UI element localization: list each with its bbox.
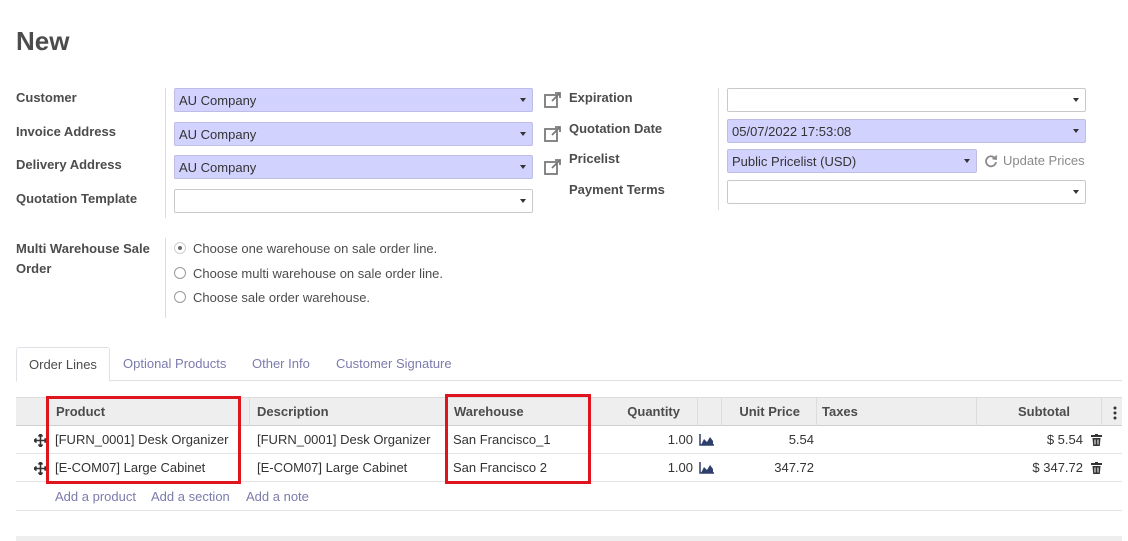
- radio-button[interactable]: [174, 242, 186, 254]
- trash-icon[interactable]: [1091, 434, 1102, 446]
- chevron-down-icon[interactable]: [1073, 190, 1079, 194]
- chevron-down-icon[interactable]: [520, 165, 526, 169]
- cell-quantity[interactable]: 1.00: [590, 426, 693, 454]
- cell-quantity[interactable]: 1.00: [590, 454, 693, 482]
- quotation-date-field[interactable]: 05/07/2022 17:53:08: [727, 119, 1086, 143]
- radio-button[interactable]: [174, 267, 186, 279]
- trash-icon[interactable]: [1091, 462, 1102, 474]
- field-separator: [165, 88, 166, 218]
- forecast-chart-icon[interactable]: [699, 434, 715, 446]
- chevron-down-icon[interactable]: [520, 132, 526, 136]
- payment-terms-label: Payment Terms: [569, 182, 665, 197]
- column-header-subtotal[interactable]: Subtotal: [976, 398, 1070, 426]
- column-separator: [1101, 398, 1102, 426]
- refresh-icon: [985, 154, 998, 167]
- cell-description[interactable]: [E-COM07] Large Cabinet: [257, 454, 407, 482]
- external-link-icon[interactable]: [543, 124, 563, 144]
- customer-value: AU Company: [179, 92, 257, 108]
- quotation-template-label: Quotation Template: [16, 191, 138, 206]
- notebook-tabs: Order Lines Optional Products Other Info…: [16, 347, 1122, 382]
- update-prices-label: Update Prices: [1003, 153, 1085, 168]
- pricelist-value: Public Pricelist (USD): [732, 153, 857, 169]
- column-header-unit-price[interactable]: Unit Price: [721, 398, 800, 426]
- expiration-field[interactable]: [727, 88, 1086, 112]
- expiration-label: Expiration: [569, 90, 633, 105]
- delivery-address-field[interactable]: AU Company: [174, 155, 533, 179]
- radio-button[interactable]: [174, 291, 186, 303]
- customer-field[interactable]: AU Company: [174, 88, 533, 112]
- radio-label: Choose one warehouse on sale order line.: [193, 240, 438, 256]
- delivery-address-value: AU Company: [179, 159, 257, 175]
- tab-customer-signature[interactable]: Customer Signature: [324, 347, 464, 381]
- forecast-chart-icon[interactable]: [699, 462, 715, 474]
- radio-option-multi-warehouse[interactable]: Choose multi warehouse on sale order lin…: [174, 264, 443, 282]
- optional-columns-icon[interactable]: [1112, 406, 1118, 420]
- pricelist-field[interactable]: Public Pricelist (USD): [727, 149, 977, 173]
- column-header-description[interactable]: Description: [257, 398, 329, 426]
- column-separator: [816, 398, 817, 426]
- chevron-down-icon[interactable]: [520, 98, 526, 102]
- tab-optional-products[interactable]: Optional Products: [111, 347, 238, 381]
- radio-label: Choose multi warehouse on sale order lin…: [193, 265, 444, 281]
- quotation-date-label: Quotation Date: [569, 121, 663, 136]
- highlight-box-product: [46, 396, 241, 484]
- page-title: New: [16, 26, 70, 56]
- cell-subtotal: $ 347.72: [1032, 460, 1083, 475]
- chevron-down-icon[interactable]: [964, 159, 970, 163]
- delivery-address-label: Delivery Address: [16, 157, 122, 172]
- update-prices-button[interactable]: Update Prices: [984, 153, 1085, 168]
- table-footer-divider: [16, 510, 1122, 511]
- column-separator: [697, 398, 698, 426]
- column-header-taxes[interactable]: Taxes: [822, 398, 858, 426]
- bottom-divider: [16, 536, 1122, 541]
- multi-warehouse-label: Multi Warehouse Sale: [16, 241, 150, 256]
- invoice-address-label: Invoice Address: [16, 124, 116, 139]
- quotation-template-field[interactable]: [174, 189, 533, 213]
- chevron-down-icon[interactable]: [1073, 98, 1079, 102]
- chevron-down-icon[interactable]: [520, 199, 526, 203]
- invoice-address-field[interactable]: AU Company: [174, 122, 533, 146]
- add-section-link[interactable]: Add a section: [151, 489, 230, 504]
- radio-option-one-warehouse[interactable]: Choose one warehouse on sale order line.: [174, 239, 437, 257]
- radio-option-order-warehouse[interactable]: Choose sale order warehouse.: [174, 288, 370, 306]
- payment-terms-field[interactable]: [727, 180, 1086, 204]
- tab-order-lines[interactable]: Order Lines: [16, 347, 110, 382]
- invoice-address-value: AU Company: [179, 126, 257, 142]
- cell-subtotal: $ 5.54: [1046, 432, 1083, 447]
- highlight-box-warehouse: [445, 394, 591, 484]
- column-header-quantity[interactable]: Quantity: [590, 398, 680, 426]
- quotation-date-value: 05/07/2022 17:53:08: [732, 123, 852, 139]
- external-link-icon[interactable]: [543, 157, 563, 177]
- multi-warehouse-label-line2: Order: [16, 261, 52, 276]
- tab-other-info[interactable]: Other Info: [240, 347, 322, 381]
- field-separator: [718, 88, 719, 210]
- add-product-link[interactable]: Add a product: [55, 489, 136, 504]
- field-separator: [165, 238, 166, 318]
- cell-description[interactable]: [FURN_0001] Desk Organizer: [257, 426, 430, 454]
- cell-unit-price[interactable]: 5.54: [721, 426, 814, 454]
- customer-label: Customer: [16, 90, 77, 105]
- column-separator: [249, 398, 250, 426]
- radio-label: Choose sale order warehouse.: [193, 289, 371, 305]
- external-link-icon[interactable]: [543, 90, 563, 110]
- cell-unit-price[interactable]: 347.72: [721, 454, 814, 482]
- chevron-down-icon[interactable]: [1073, 129, 1079, 133]
- add-note-link[interactable]: Add a note: [246, 489, 309, 504]
- pricelist-label: Pricelist: [569, 151, 620, 166]
